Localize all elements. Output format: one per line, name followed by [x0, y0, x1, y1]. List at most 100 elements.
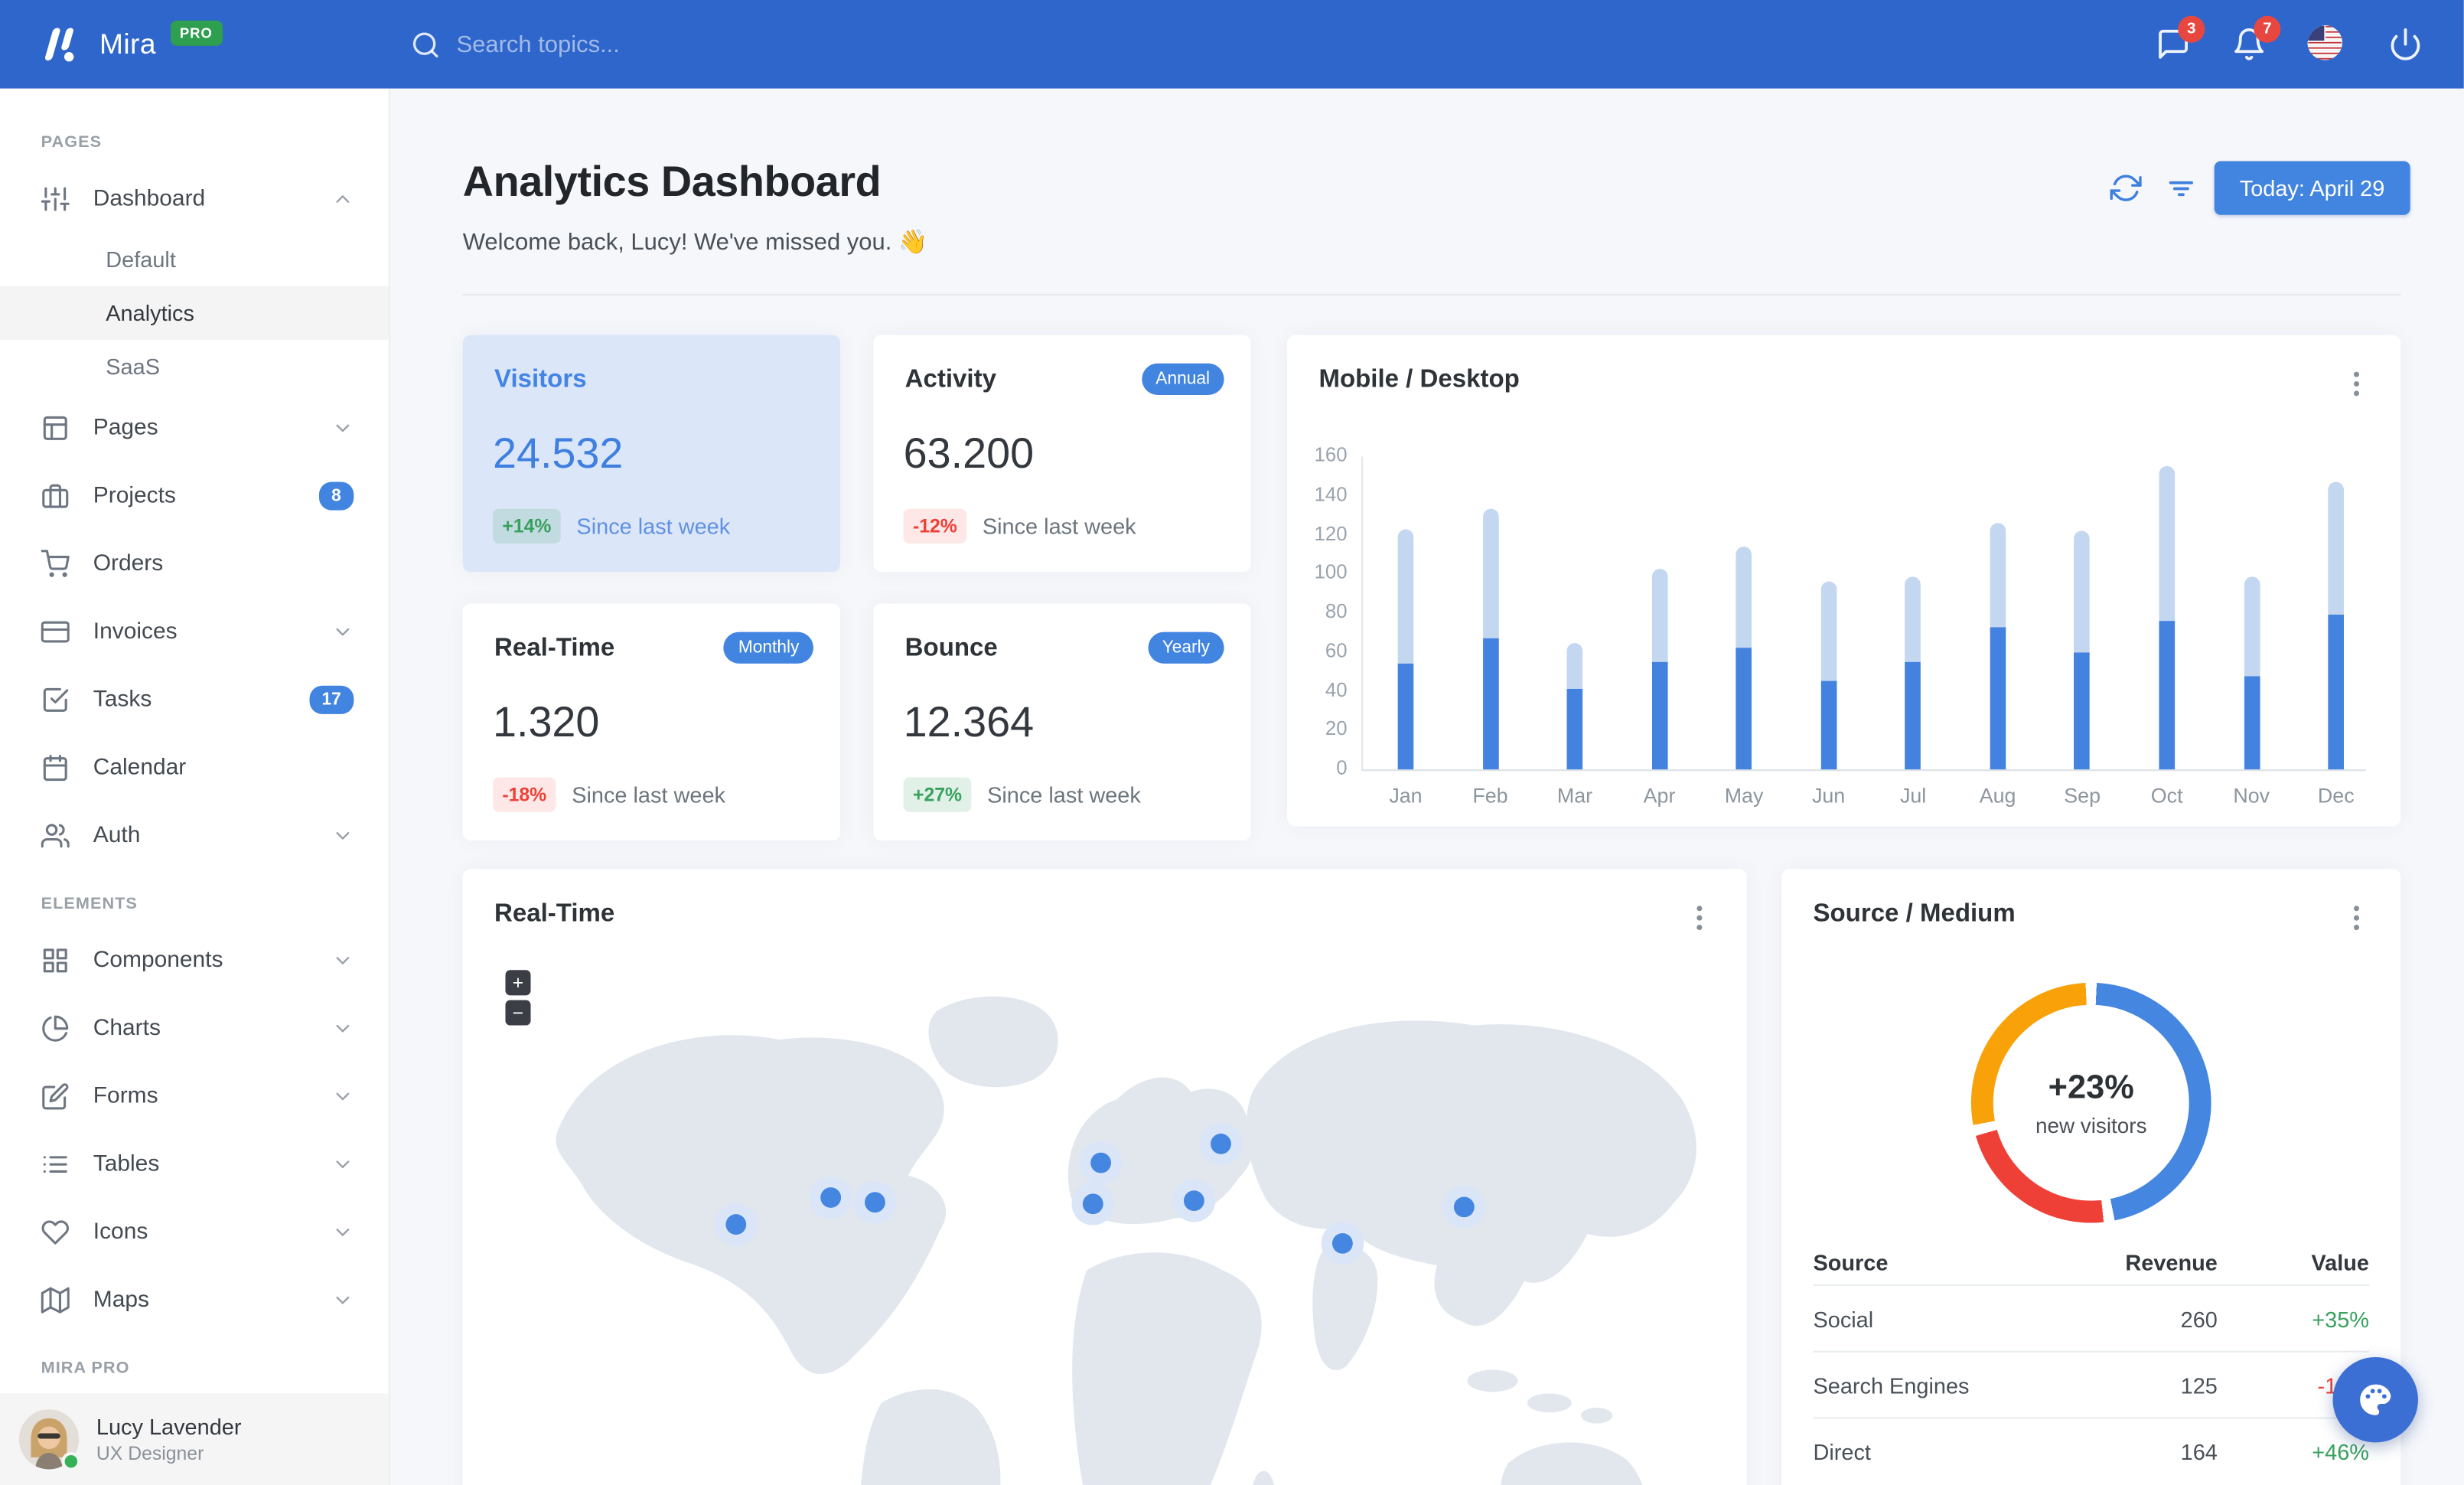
sidebar-item-tables[interactable]: Tables — [0, 1130, 389, 1198]
sidebar-item-projects[interactable]: Projects 8 — [0, 462, 389, 530]
bar-jul[interactable] — [1905, 576, 1921, 770]
shopping-cart-icon — [41, 549, 70, 576]
sidebar-item-orders[interactable]: Orders — [0, 529, 389, 597]
revenue-cell: 164 — [2180, 1439, 2218, 1465]
y-axis-tick: 120 — [1314, 522, 1348, 545]
map-marker[interactable] — [809, 1176, 852, 1219]
bar-may[interactable] — [1736, 547, 1752, 770]
list-icon — [41, 1150, 70, 1178]
y-axis-tick: 60 — [1325, 639, 1348, 662]
map-marker[interactable] — [1071, 1182, 1115, 1226]
sidebar-item-icons[interactable]: Icons — [0, 1198, 389, 1266]
map-marker[interactable] — [1079, 1141, 1123, 1184]
sidebar-subitem-saas[interactable]: SaaS — [0, 340, 389, 393]
stat-title: Visitors — [494, 366, 587, 393]
sidebar-item-invoices[interactable]: Invoices — [0, 597, 389, 665]
sidebar-item-tasks[interactable]: Tasks 17 — [0, 665, 389, 733]
refresh-button[interactable] — [2110, 172, 2142, 204]
navbar-search[interactable] — [411, 29, 820, 59]
list-icon — [43, 1155, 67, 1172]
sidebar-subitem-default[interactable]: Default — [0, 232, 389, 286]
bar-sep[interactable] — [2074, 530, 2091, 770]
credit-card-icon — [41, 617, 70, 645]
sidebar: PAGES Dashboard Default Analytics SaaS Pages P… — [0, 88, 390, 1485]
sidebar-subitem-analytics[interactable]: Analytics — [0, 286, 389, 340]
table-row[interactable]: Direct 164 +46% — [1813, 1418, 2369, 1485]
bar-mobile-segment — [2074, 651, 2091, 770]
bar-mobile-segment — [1820, 681, 1837, 770]
date-range-button[interactable]: Today: April 29 — [2214, 161, 2410, 215]
bar-mobile-segment — [2328, 615, 2345, 770]
chevron-down-icon — [336, 1295, 350, 1304]
sidebar-item-label: Tables — [93, 1150, 160, 1177]
stat-caption: Since last week — [572, 782, 725, 808]
logout-button[interactable] — [2388, 27, 2423, 61]
bar-mar[interactable] — [1566, 642, 1583, 770]
pie-chart-icon — [41, 1013, 70, 1042]
chevron-down-icon — [331, 1153, 354, 1175]
map-icon — [41, 1285, 70, 1314]
bar-nov[interactable] — [2243, 576, 2260, 770]
map-zoom-in-button[interactable]: + — [505, 970, 531, 996]
map-marker[interactable] — [1172, 1179, 1216, 1222]
stat-caption: Since last week — [987, 782, 1141, 808]
period-badge[interactable]: Monthly — [724, 632, 813, 664]
notifications-button[interactable]: 7 — [2231, 15, 2281, 61]
sidebar-item-pages[interactable]: Pages — [0, 393, 389, 462]
sidebar-item-auth[interactable]: Auth — [0, 801, 389, 869]
map-menu-button[interactable] — [1687, 904, 1712, 932]
sidebar-item-label: Icons — [93, 1219, 148, 1245]
bar-apr[interactable] — [1651, 568, 1667, 770]
table-row[interactable]: Search Engines125-12% — [1813, 1353, 2369, 1419]
messages-count-badge: 3 — [2178, 15, 2205, 43]
map-marker[interactable] — [714, 1203, 758, 1246]
header-divider — [462, 293, 2401, 295]
heart-icon — [41, 1217, 70, 1245]
language-flag-button[interactable] — [2307, 24, 2348, 64]
map-marker[interactable] — [853, 1180, 897, 1224]
period-badge[interactable]: Annual — [1141, 363, 1224, 395]
user-profile[interactable]: Lucy Lavender UX Designer — [0, 1393, 389, 1485]
credit-card-icon — [41, 620, 70, 642]
sidebar-item-forms[interactable]: Forms — [0, 1062, 389, 1130]
bar-jun[interactable] — [1820, 581, 1837, 770]
bar-desktop-segment — [1736, 547, 1752, 648]
y-axis-tick: 20 — [1325, 717, 1348, 740]
map-marker[interactable] — [1199, 1122, 1243, 1166]
filter-button[interactable] — [2166, 172, 2197, 204]
table-row[interactable]: Social 260 +35% — [1813, 1286, 2369, 1353]
navbar-actions: 3 7 — [2156, 15, 2463, 64]
bar-desktop-segment — [1651, 568, 1667, 662]
messages-button[interactable]: 3 — [2156, 15, 2205, 61]
y-axis-tick: 160 — [1314, 443, 1348, 466]
bar-desktop-segment — [1482, 509, 1498, 639]
chevron-down-icon — [336, 831, 350, 839]
sidebar-item-maps[interactable]: Maps — [0, 1265, 389, 1333]
column-header: Source — [1813, 1248, 1889, 1274]
sidebar-item-charts[interactable]: Charts — [0, 994, 389, 1062]
palette-icon — [2360, 1384, 2391, 1415]
pie-chart-icon — [42, 1014, 69, 1041]
map-marker[interactable] — [1442, 1186, 1486, 1229]
sidebar-item-calendar[interactable]: Calendar — [0, 733, 389, 801]
search-input[interactable] — [456, 31, 820, 58]
map-zoom-out-button[interactable]: − — [505, 1000, 531, 1026]
period-badge[interactable]: Yearly — [1148, 632, 1224, 664]
map-marker[interactable] — [1321, 1222, 1364, 1265]
chart-title: Mobile / Desktop — [1318, 366, 1520, 393]
users-icon — [41, 821, 70, 849]
source-medium-title: Source / Medium — [1813, 900, 2016, 928]
bar-oct[interactable] — [2159, 466, 2175, 770]
brand[interactable]: Mira PRO — [0, 20, 363, 68]
sidebar-item-dashboard[interactable]: Dashboard — [0, 165, 389, 233]
user-name: Lucy Lavender — [96, 1414, 242, 1440]
chevron-down-icon — [336, 1023, 350, 1032]
theme-settings-fab[interactable] — [2332, 1356, 2418, 1443]
bar-jan[interactable] — [1397, 529, 1414, 770]
bar-aug[interactable] — [1990, 523, 2006, 770]
source-medium-menu-button[interactable] — [2344, 904, 2369, 932]
sidebar-item-components[interactable]: Components — [0, 926, 389, 994]
bar-feb[interactable] — [1482, 509, 1498, 770]
bar-dec[interactable] — [2328, 481, 2345, 770]
chart-menu-button[interactable] — [2344, 370, 2369, 398]
